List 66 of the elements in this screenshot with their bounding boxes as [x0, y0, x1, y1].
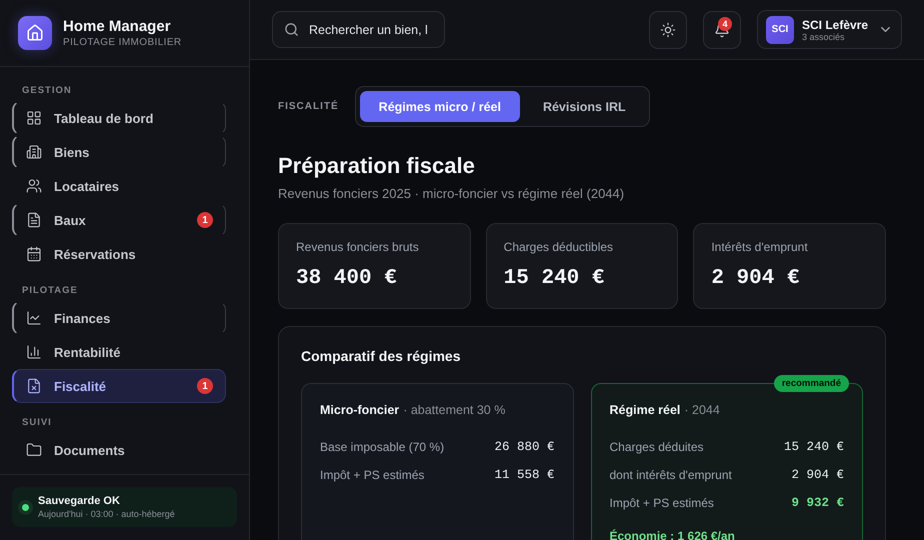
stat-value: 2 904 €	[711, 267, 801, 290]
tab[interactable]: Révisions IRL	[524, 91, 645, 122]
backup-detail: Aujourd'hui · 03:00 · auto-hébergé	[38, 509, 175, 519]
account-avatar: SCI	[766, 16, 794, 44]
sidebar-item[interactable]: Réservations	[12, 237, 226, 271]
regime-note: · abattement 30 %	[403, 403, 506, 417]
building-icon	[26, 144, 42, 160]
sidebar-item[interactable]: Fiscalité 1	[12, 369, 226, 403]
line-chart-icon	[26, 310, 42, 326]
document-icon	[26, 212, 42, 228]
tab[interactable]: Régimes micro / réel	[360, 91, 520, 122]
panel-title: Comparatif des régimes	[301, 348, 462, 364]
sidebar-item[interactable]: Rentabilité	[12, 335, 226, 369]
count-badge: 1	[197, 212, 213, 228]
row-label: Base imposable (70 %)	[320, 440, 444, 454]
bar-chart-icon	[26, 344, 42, 360]
page-subtitle: Revenus fonciers 2025 · micro-foncier vs régime réel (2044)	[278, 186, 626, 201]
sun-icon	[660, 22, 676, 38]
regime-note: · 2044	[684, 403, 720, 417]
stat-label: Charges déductibles	[504, 240, 614, 254]
stat-value: 15 240 €	[504, 267, 606, 290]
search-icon	[284, 22, 299, 37]
users-icon	[26, 178, 42, 194]
stat-label: Intérêts d'emprunt	[711, 240, 809, 254]
app-tagline: PILOTAGE IMMOBILIER	[63, 37, 182, 48]
row-label: dont intérêts d'emprunt	[610, 468, 732, 482]
sidebar-item[interactable]: Baux 1	[12, 203, 226, 237]
row-value: 2 904 €	[791, 468, 844, 482]
row-value: 9 932 €	[791, 496, 844, 510]
search-field[interactable]: Rechercher un bien, l	[272, 11, 445, 48]
dashboard-icon	[26, 110, 42, 126]
row-value: 11 558 €	[494, 468, 554, 482]
row-value: 26 880 €	[494, 440, 554, 454]
sidebar-item[interactable]: Tableau de bord	[12, 101, 226, 135]
app-name: Home Manager	[63, 18, 172, 35]
stat-value: 38 400 €	[296, 267, 398, 290]
sidebar-item[interactable]: Documents	[12, 433, 226, 467]
notifications-button[interactable]: 4	[703, 10, 741, 48]
account-name: SCI Lefèvre	[802, 18, 870, 32]
document-x-icon	[26, 378, 42, 394]
count-badge: 1	[197, 378, 213, 394]
sidebar-item[interactable]: Biens	[12, 135, 226, 169]
section-label: SUIVI	[21, 416, 53, 430]
house-logo-icon	[18, 16, 52, 50]
page-title: Préparation fiscale	[278, 153, 476, 179]
notification-count: 4	[718, 16, 732, 30]
section-label: GESTION	[21, 84, 73, 98]
row-label: Impôt + PS estimés	[320, 468, 424, 482]
section-label: PILOTAGE	[21, 284, 79, 298]
stat-label: Revenus fonciers bruts	[296, 240, 420, 254]
account-menu[interactable]: SCI SCI Lefèvre 3 associés	[757, 10, 902, 49]
row-label: Impôt + PS estimés	[610, 496, 714, 510]
regime-name: Régime réel	[610, 403, 680, 417]
calendar-icon	[26, 246, 42, 262]
account-detail: 3 associés	[802, 32, 846, 42]
row-label: Charges déduites	[610, 440, 704, 454]
theme-button[interactable]	[649, 10, 687, 48]
recommended-badge: recommandé	[774, 375, 849, 392]
folder-icon	[26, 442, 42, 458]
sidebar-item[interactable]: Locataires	[12, 169, 226, 203]
sidebar-item[interactable]: Finances	[12, 301, 226, 335]
backup-title: Sauvegarde OK	[38, 495, 121, 507]
section-label: FISCALITÉ	[278, 101, 339, 112]
saving-text: Économie : 1 626 €/an	[610, 529, 736, 540]
row-value: 15 240 €	[784, 440, 844, 454]
regime-name: Micro-foncier	[320, 403, 400, 417]
